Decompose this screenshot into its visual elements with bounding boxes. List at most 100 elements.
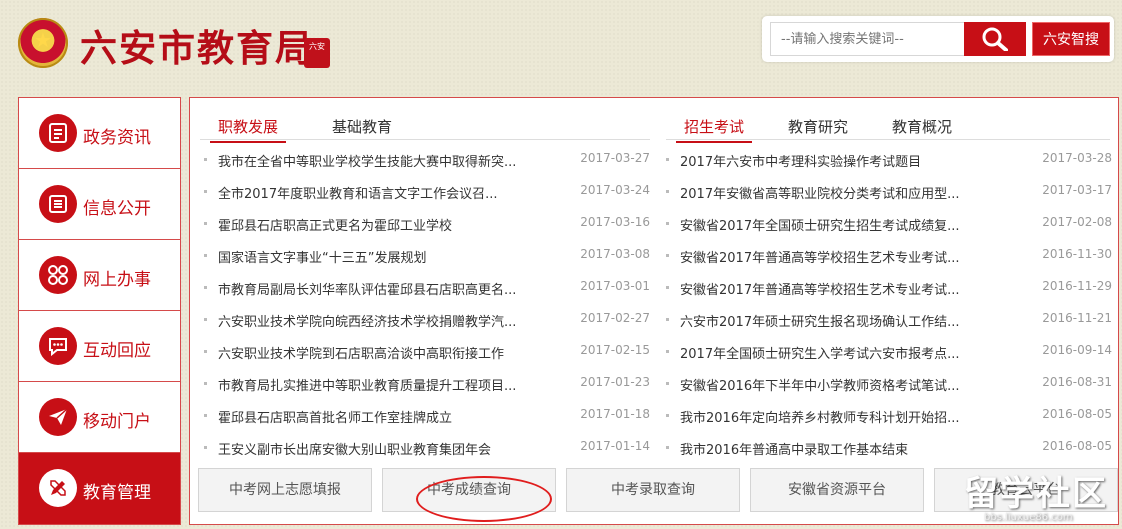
list-item[interactable]: 2017年安徽省高等职业院校分类考试和应用型... 2017-03-17 [666,176,1112,208]
news-title[interactable]: 我市2016年普通高中录取工作基本结束 [680,439,908,458]
quick-link-button[interactable]: 中考录取查询 [566,468,740,512]
list-icon [39,185,77,223]
sidebar-item-online-service[interactable]: 网上办事 [19,240,180,311]
news-title[interactable]: 2017年安徽省高等职业院校分类考试和应用型... [680,183,959,202]
sidebar-item-mobile-portal[interactable]: 移动门户 [19,382,180,453]
bullet-icon [666,382,669,385]
sidebar-item-edu-management[interactable]: 教育管理 [19,453,180,524]
bullet-icon [204,254,207,257]
news-title[interactable]: 我市2016年定向培养乡村教师专科计划开始招... [680,407,959,426]
left-news-list: 我市在全省中等职业学校学生技能大赛中取得新突... 2017-03-27 全市20… [204,144,650,464]
bullet-icon [666,414,669,417]
quick-link-button[interactable]: 安徽省资源平台 [750,468,924,512]
document-icon [39,114,77,152]
bullet-icon [204,158,207,161]
news-title[interactable]: 全市2017年度职业教育和语言文字工作会议召... [218,183,497,202]
news-title[interactable]: 安徽省2017年全国硕士研究生招生考试成绩复... [680,215,959,234]
news-title[interactable]: 安徽省2017年普通高等学校招生艺术专业考试... [680,279,959,298]
news-date: 2016-11-30 [1042,247,1112,261]
bullet-icon [204,446,207,449]
sidebar-item-gov-news[interactable]: 政务资讯 [19,98,180,169]
list-item[interactable]: 六安职业技术学院到石店职高洽谈中高职衔接工作 2017-02-15 [204,336,650,368]
news-title[interactable]: 六安职业技术学院到石店职高洽谈中高职衔接工作 [218,343,504,362]
list-item[interactable]: 霍邱县石店职高正式更名为霍邱工业学校 2017-03-16 [204,208,650,240]
search-button[interactable] [964,22,1026,56]
news-date: 2017-03-24 [580,183,650,197]
grid-icon [39,256,77,294]
tab-education-research[interactable]: 教育研究 [780,116,856,141]
smart-search-button[interactable]: 六安智搜 [1032,22,1110,56]
quick-link-button[interactable]: 中考网上志愿填报 [198,468,372,512]
news-date: 2017-03-16 [580,215,650,229]
news-title[interactable]: 2017年六安市中考理科实验操作考试题目 [680,151,921,170]
news-date: 2017-02-08 [1042,215,1112,229]
news-title[interactable]: 霍邱县石店职高正式更名为霍邱工业学校 [218,215,452,234]
news-title[interactable]: 安徽省2016年下半年中小学教师资格考试笔试... [680,375,959,394]
news-title[interactable]: 安徽省2017年普通高等学校招生艺术专业考试... [680,247,959,266]
quick-link-button[interactable]: 教育云平台 [934,468,1118,512]
tab-enrollment-exams[interactable]: 招生考试 [676,116,753,143]
list-item[interactable]: 我市在全省中等职业学校学生技能大赛中取得新突... 2017-03-27 [204,144,650,176]
bullet-icon [666,190,669,193]
sidebar-item-label: 网上办事 [83,270,151,290]
sidebar: 政务资讯 信息公开 网上办事 互动回应 移动门户 教育管理 [18,97,181,525]
list-item[interactable]: 2017年全国硕士研究生入学考试六安市报考点... 2016-09-14 [666,336,1112,368]
news-title[interactable]: 2017年全国硕士研究生入学考试六安市报考点... [680,343,959,362]
main-content-panel: 职教发展 基础教育 招生考试 教育研究 教育概况 我市在全省中等职业学校学生技能… [189,97,1119,525]
list-item[interactable]: 霍邱县石店职高首批名师工作室挂牌成立 2017-01-18 [204,400,650,432]
tab-education-overview[interactable]: 教育概况 [884,116,960,141]
quick-link-button[interactable]: 中考成绩查询 [382,468,556,512]
news-date: 2017-01-23 [580,375,650,389]
sidebar-item-interaction[interactable]: 互动回应 [19,311,180,382]
tab-vocational-education[interactable]: 职教发展 [210,116,287,143]
news-date: 2017-02-27 [580,311,650,325]
news-date: 2017-03-17 [1042,183,1112,197]
site-title[interactable]: 六安市教育局 [80,18,314,72]
news-title[interactable]: 市教育局扎实推进中等职业教育质量提升工程项目... [218,375,516,394]
bullet-icon [204,286,207,289]
list-item[interactable]: 安徽省2017年普通高等学校招生艺术专业考试... 2016-11-30 [666,240,1112,272]
search-input[interactable] [770,22,966,56]
sidebar-item-label: 移动门户 [83,412,151,432]
news-date: 2017-01-18 [580,407,650,421]
news-date: 2017-01-14 [580,439,650,453]
bullet-icon [666,158,669,161]
news-date: 2016-09-14 [1042,343,1112,357]
list-item[interactable]: 我市2016年普通高中录取工作基本结束 2016-08-05 [666,432,1112,464]
news-date: 2017-03-08 [580,247,650,261]
news-title[interactable]: 市教育局副局长刘华率队评估霍邱县石店职高更名... [218,279,516,298]
seal-stamp-icon: 六安 [304,38,330,68]
bullet-icon [666,254,669,257]
bullet-icon [204,414,207,417]
bullet-icon [666,222,669,225]
news-title[interactable]: 六安职业技术学院向皖西经济技术学校捐赠教学汽... [218,311,516,330]
bullet-icon [204,222,207,225]
national-emblem-icon [18,18,68,68]
news-title[interactable]: 六安市2017年硕士研究生报名现场确认工作结... [680,311,959,330]
list-item[interactable]: 我市2016年定向培养乡村教师专科计划开始招... 2016-08-05 [666,400,1112,432]
news-date: 2017-03-01 [580,279,650,293]
news-title[interactable]: 国家语言文字事业“十三五”发展规划 [218,247,426,266]
list-item[interactable]: 安徽省2017年普通高等学校招生艺术专业考试... 2016-11-29 [666,272,1112,304]
sidebar-item-label: 教育管理 [83,483,151,503]
bullet-icon [204,382,207,385]
news-title[interactable]: 我市在全省中等职业学校学生技能大赛中取得新突... [218,151,516,170]
list-item[interactable]: 安徽省2017年全国硕士研究生招生考试成绩复... 2017-02-08 [666,208,1112,240]
news-date: 2017-02-15 [580,343,650,357]
list-item[interactable]: 六安职业技术学院向皖西经济技术学校捐赠教学汽... 2017-02-27 [204,304,650,336]
tab-basic-education[interactable]: 基础教育 [324,116,400,141]
list-item[interactable]: 国家语言文字事业“十三五”发展规划 2017-03-08 [204,240,650,272]
list-item[interactable]: 市教育局副局长刘华率队评估霍邱县石店职高更名... 2017-03-01 [204,272,650,304]
list-item[interactable]: 王安义副市长出席安徽大别山职业教育集团年会 2017-01-14 [204,432,650,464]
list-item[interactable]: 2017年六安市中考理科实验操作考试题目 2017-03-28 [666,144,1112,176]
bullet-icon [204,190,207,193]
sidebar-item-label: 互动回应 [83,341,151,361]
news-title[interactable]: 霍邱县石店职高首批名师工作室挂牌成立 [218,407,452,426]
list-item[interactable]: 安徽省2016年下半年中小学教师资格考试笔试... 2016-08-31 [666,368,1112,400]
list-item[interactable]: 六安市2017年硕士研究生报名现场确认工作结... 2016-11-21 [666,304,1112,336]
news-date: 2016-11-21 [1042,311,1112,325]
list-item[interactable]: 全市2017年度职业教育和语言文字工作会议召... 2017-03-24 [204,176,650,208]
sidebar-item-info-disclosure[interactable]: 信息公开 [19,169,180,240]
list-item[interactable]: 市教育局扎实推进中等职业教育质量提升工程项目... 2017-01-23 [204,368,650,400]
news-title[interactable]: 王安义副市长出席安徽大别山职业教育集团年会 [218,439,491,458]
